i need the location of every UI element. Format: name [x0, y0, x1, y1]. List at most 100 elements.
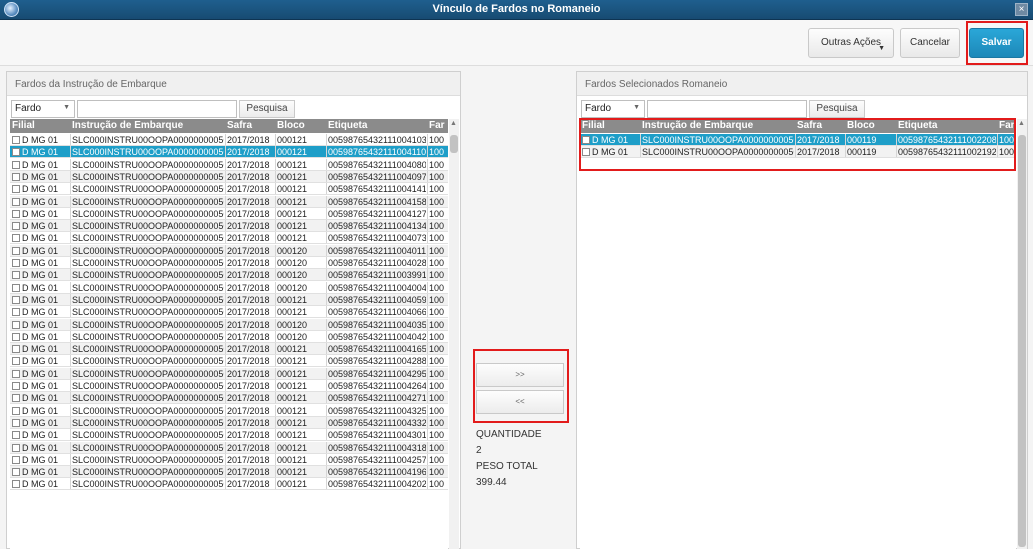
row-checkbox[interactable] [12, 246, 20, 255]
right-scrollbar[interactable]: ▲ [1017, 119, 1027, 549]
table-row[interactable]: D MG 01 SLC000INSTRU00OOPA00000000056 2017… [10, 281, 448, 294]
row-checkbox[interactable] [12, 320, 20, 329]
table-cell: 000121 [277, 430, 308, 441]
row-checkbox[interactable] [12, 468, 20, 477]
table-cell: 100 [429, 405, 445, 416]
table-row[interactable]: D MG 01 SLC000INSTRU00OOPA00000000056 2017… [10, 207, 448, 220]
table-row[interactable]: D MG 01 SLC000INSTRU00OOPA00000000056 2017… [10, 380, 448, 392]
row-checkbox[interactable] [12, 345, 20, 354]
table-row[interactable]: D MG 01 SLC000INSTRU00OOPA00000000056 2017… [10, 441, 448, 454]
row-checkbox[interactable] [12, 480, 20, 489]
remove-selected-button[interactable]: << [476, 390, 564, 414]
table-row[interactable]: D MG 01 SLC000INSTRU00OOPA00000000056 2017… [10, 306, 448, 319]
row-checkbox[interactable] [12, 382, 20, 390]
table-row[interactable]: D MG 01 SLC000INSTRU00OOPA00000000056 2017… [10, 453, 448, 466]
column-divider [70, 207, 71, 219]
row-checkbox[interactable] [12, 148, 20, 157]
column-header[interactable]: Far [429, 120, 445, 131]
column-header[interactable]: Instrução de Embarque [642, 120, 753, 131]
column-header[interactable]: Instrução de Embarque [72, 120, 183, 131]
table-row[interactable]: D MG 01 SLC000INSTRU00OOPA00000000056 2017… [10, 220, 448, 233]
table-row[interactable]: D MG 01 SLC000INSTRU00OOPA00000000056 2017… [10, 404, 448, 417]
table-row[interactable]: D MG 01 SLC000INSTRU00OOPA00000000056 2017… [10, 293, 448, 306]
table-cell: D MG 01 [22, 307, 59, 318]
row-checkbox[interactable] [582, 136, 590, 144]
right-search-button[interactable]: Pesquisa [809, 100, 865, 118]
row-checkbox[interactable] [12, 172, 20, 181]
column-header[interactable]: Bloco [847, 120, 875, 131]
column-header[interactable]: Etiqueta [898, 120, 937, 131]
row-checkbox[interactable] [12, 443, 20, 452]
left-scroll-thumb[interactable] [450, 135, 458, 153]
table-row[interactable]: D MG 01 SLC000INSTRU00OOPA00000000056 2017… [10, 158, 448, 171]
column-header[interactable]: Fan [999, 120, 1016, 131]
table-row[interactable]: D MG 01 SLC000INSTRU00OOPA00000000056 2017… [10, 367, 448, 380]
scroll-up-icon[interactable]: ▲ [1018, 120, 1025, 127]
table-row[interactable]: D MG 01 SLC000INSTRU00OOPA00000000056 2017… [10, 478, 448, 491]
cancel-button[interactable]: Cancelar [900, 28, 960, 58]
row-checkbox[interactable] [12, 308, 20, 317]
table-row[interactable]: D MG 01 SLC000INSTRU00OOPA00000000056 2017… [10, 257, 448, 269]
row-checkbox[interactable] [12, 209, 20, 218]
row-checkbox[interactable] [12, 283, 20, 292]
row-checkbox[interactable] [12, 455, 20, 464]
table-row[interactable]: D MG 01 SLC000INSTRU00OOPA00000000056 2017… [10, 392, 448, 405]
left-search-button[interactable]: Pesquisa [239, 100, 295, 118]
row-checkbox[interactable] [582, 148, 590, 157]
table-row[interactable]: D MG 01 SLC000INSTRU00OOPA00000000056 2017… [10, 134, 448, 146]
save-button[interactable]: Salvar [969, 28, 1024, 58]
outras-acoes-button[interactable]: Outras Ações ▼ [808, 28, 894, 58]
table-cell: D MG 01 [22, 417, 59, 428]
scroll-up-icon[interactable]: ▲ [450, 120, 457, 127]
row-checkbox[interactable] [12, 357, 20, 366]
row-checkbox[interactable] [12, 259, 20, 267]
add-selected-button[interactable]: >> [476, 363, 564, 387]
right-scroll-thumb[interactable] [1018, 135, 1026, 547]
row-checkbox[interactable] [12, 418, 20, 427]
row-checkbox[interactable] [12, 197, 20, 206]
row-checkbox[interactable] [12, 394, 20, 403]
table-row[interactable]: D MG 01 SLC000INSTRU00OOPA00000000056 2017… [580, 146, 1016, 159]
column-header[interactable]: Safra [797, 120, 822, 131]
row-checkbox[interactable] [12, 271, 20, 280]
row-checkbox[interactable] [12, 160, 20, 169]
row-checkbox[interactable] [12, 369, 20, 378]
right-search-input[interactable] [647, 100, 807, 118]
row-checkbox[interactable] [12, 185, 20, 194]
row-checkbox[interactable] [12, 222, 20, 231]
row-checkbox[interactable] [12, 406, 20, 415]
table-row[interactable]: D MG 01 SLC000INSTRU00OOPA00000000056 2017… [10, 269, 448, 282]
column-header[interactable]: Bloco [277, 120, 305, 131]
left-search-input[interactable] [77, 100, 237, 118]
left-filter-field-select[interactable]: Fardo ▼ [11, 100, 75, 118]
table-row[interactable]: D MG 01 SLC000INSTRU00OOPA00000000056 2017… [10, 416, 448, 429]
column-header[interactable]: Filial [582, 120, 605, 131]
table-row[interactable]: D MG 01 SLC000INSTRU00OOPA00000000056 2017… [10, 183, 448, 196]
row-checkbox[interactable] [12, 332, 20, 341]
table-row[interactable]: D MG 01 SLC000INSTRU00OOPA00000000056 2017… [10, 466, 448, 479]
column-header[interactable]: Safra [227, 120, 252, 131]
row-checkbox[interactable] [12, 431, 20, 440]
right-filter-field-select[interactable]: Fardo ▼ [581, 100, 645, 118]
table-row[interactable]: D MG 01 SLC000INSTRU00OOPA00000000056 2017… [10, 146, 448, 159]
table-row[interactable]: D MG 01 SLC000INSTRU00OOPA00000000056 2017… [580, 134, 1016, 146]
table-cell: 000120 [277, 331, 308, 342]
table-row[interactable]: D MG 01 SLC000INSTRU00OOPA00000000056 2017… [10, 330, 448, 343]
table-row[interactable]: D MG 01 SLC000INSTRU00OOPA00000000056 2017… [10, 195, 448, 208]
left-scrollbar[interactable]: ▲ [449, 119, 459, 549]
table-cell: D MG 01 [22, 442, 59, 453]
column-header[interactable]: Etiqueta [328, 120, 367, 131]
table-row[interactable]: D MG 01 SLC000INSTRU00OOPA00000000056 2017… [10, 343, 448, 356]
table-row[interactable]: D MG 01 SLC000INSTRU00OOPA00000000056 2017… [10, 244, 448, 257]
row-checkbox[interactable] [12, 234, 20, 243]
column-header[interactable]: Filial [12, 120, 35, 131]
table-row[interactable]: D MG 01 SLC000INSTRU00OOPA00000000056 2017… [10, 429, 448, 442]
close-icon[interactable]: × [1015, 3, 1028, 16]
row-checkbox[interactable] [12, 136, 20, 144]
table-cell: 000121 [277, 442, 308, 453]
table-row[interactable]: D MG 01 SLC000INSTRU00OOPA00000000056 2017… [10, 318, 448, 331]
table-row[interactable]: D MG 01 SLC000INSTRU00OOPA00000000056 2017… [10, 355, 448, 368]
table-row[interactable]: D MG 01 SLC000INSTRU00OOPA00000000056 2017… [10, 170, 448, 183]
table-row[interactable]: D MG 01 SLC000INSTRU00OOPA00000000056 2017… [10, 232, 448, 245]
row-checkbox[interactable] [12, 295, 20, 304]
